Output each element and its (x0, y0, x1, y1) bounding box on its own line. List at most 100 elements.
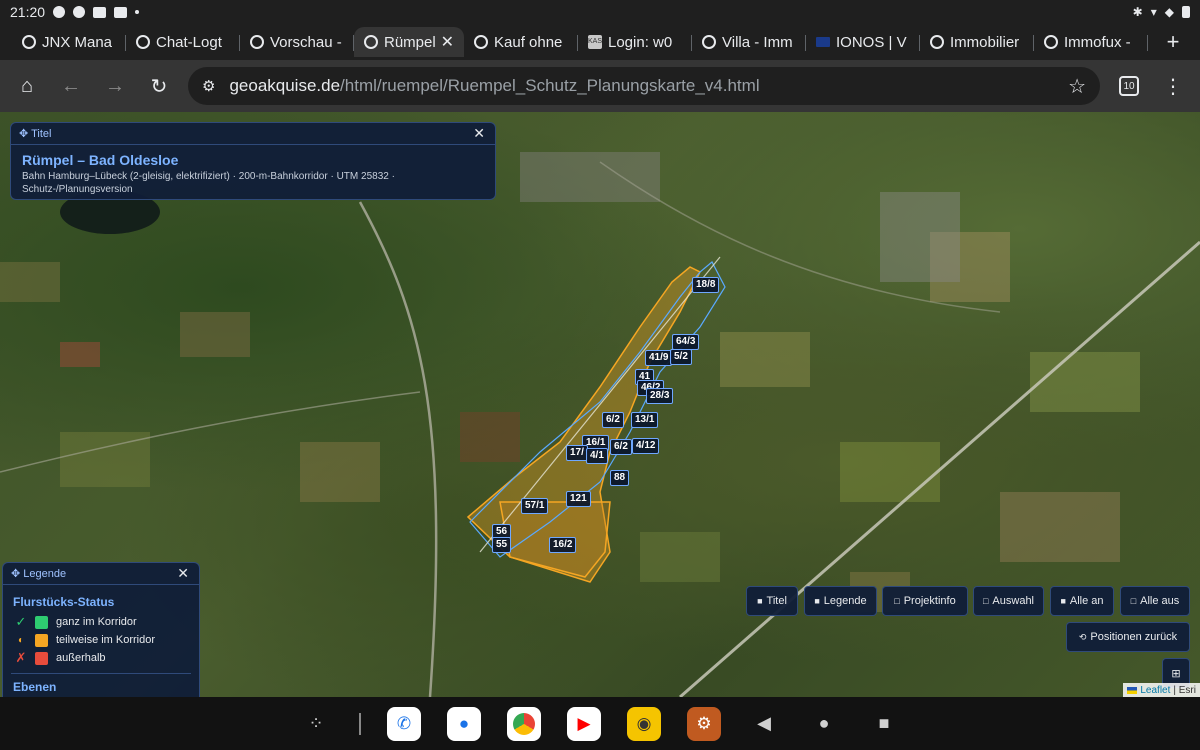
parcel-label[interactable]: 6/2 (610, 439, 632, 455)
leaflet-link[interactable]: Leaflet (1140, 685, 1170, 696)
checked-box-icon: ■ (814, 596, 820, 606)
tab-kauf[interactable]: Kauf ohne (464, 27, 578, 57)
nav-divider (359, 712, 361, 735)
tab-vorschau[interactable]: Vorschau - (240, 27, 354, 57)
tab-immofux[interactable]: Immofux - (1034, 27, 1148, 57)
grid-icon: ⊞ (1171, 667, 1181, 680)
title-panel[interactable]: ✥ Titel ✕ Rümpel – Bad Oldesloe Bahn Ham… (10, 122, 496, 200)
legend-section-status: Flurstücks-Status (13, 595, 115, 609)
parcel-label[interactable]: 88 (610, 470, 630, 486)
address-bar[interactable]: ⚙ geoakquise.de/html/ruempel/Ruempel_Sch… (188, 67, 1100, 105)
kas-icon: KAS (588, 35, 602, 49)
parcel-label[interactable]: 16/2 (549, 537, 577, 553)
home-nav-button[interactable]: ● (807, 707, 841, 741)
cross-icon: ✗ (15, 650, 27, 665)
chrome-app[interactable] (507, 706, 541, 741)
tab-chat-log[interactable]: Chat-Logt (126, 27, 240, 57)
tab-count: 10 (1119, 76, 1139, 96)
legend-panel[interactable]: ✥ Legende ✕ Flurstücks-Status ✓ ganz im … (2, 562, 200, 697)
parcel-label[interactable]: 57/1 (521, 498, 549, 514)
tab-immobilien[interactable]: Immobilier (920, 27, 1034, 57)
home-icon: ⌂ (20, 74, 34, 97)
all-on-button[interactable]: ■ Alle an (1050, 586, 1114, 616)
close-tab-icon[interactable]: ✕ (441, 32, 454, 52)
toggle-projektinfo-button[interactable]: □ Projektinfo (882, 586, 968, 616)
app-drawer-search-button[interactable]: ⁘ (299, 707, 333, 741)
reload-icon: ↻ (150, 75, 168, 98)
parcel-label[interactable]: 64/3 (672, 334, 700, 350)
phone-app[interactable]: ✆ (387, 706, 421, 741)
battery-icon (1182, 6, 1190, 18)
ionos-icon (816, 37, 830, 47)
globe-icon (250, 35, 264, 49)
parcel-label[interactable]: 6/2 (602, 412, 624, 428)
all-off-button[interactable]: □ Alle aus (1120, 586, 1190, 616)
parcel-label[interactable]: 121 (566, 491, 591, 507)
swatch-orange (35, 633, 48, 647)
undo-icon: ⟲ (1078, 631, 1087, 642)
close-title-panel-icon[interactable]: ✕ (473, 125, 485, 142)
wifi-icon: ◆ (1164, 5, 1174, 19)
map-view[interactable]: 18/8 64/3 41/9 5/2 41 46/2 28/3 6/2 13/1… (0, 112, 1200, 697)
back-button[interactable]: ← (56, 71, 86, 101)
parcel-label[interactable]: 4/1 (586, 448, 608, 464)
parcel-label[interactable]: 17/ (566, 445, 588, 461)
system-nav-bar: ⁘ ✆ ● ▶ ◉ ⚙ ◀ ● ■ (0, 697, 1200, 750)
swatch-red (35, 651, 48, 665)
arrow-left-icon: ← (61, 74, 81, 97)
tab-switcher-button[interactable]: 10 (1114, 71, 1144, 101)
toggle-auswahl-button[interactable]: □ Auswahl (973, 586, 1044, 616)
map-attribution: Leaflet | Esri (1123, 683, 1200, 697)
parcel-label[interactable]: 28/3 (646, 388, 674, 404)
chat-notification-icon (53, 6, 66, 18)
globe-icon (702, 35, 716, 49)
title-panel-heading: ✥ Titel (19, 128, 52, 140)
toggle-legend-button[interactable]: ■ Legende (804, 586, 877, 616)
youtube-notification-icon (93, 6, 107, 18)
globe-icon (1044, 35, 1058, 49)
settings-app[interactable]: ⚙ (687, 706, 721, 741)
recents-nav-button[interactable]: ■ (867, 707, 901, 741)
parcel-label[interactable]: 55 (492, 537, 512, 553)
menu-button[interactable]: ⋮ (1158, 71, 1188, 101)
gear-icon: ⚙ (696, 713, 712, 733)
apps-search-icon: ⁘ (308, 713, 324, 733)
close-legend-icon[interactable]: ✕ (177, 565, 189, 582)
tab-jnx[interactable]: JNX Mana (12, 27, 126, 57)
tab-ruempel[interactable]: Rümpel ✕ (354, 27, 464, 57)
legend-panel-header[interactable]: ✥ Legende ✕ (3, 563, 199, 585)
clock: 21:20 (10, 4, 46, 20)
parcel-label[interactable]: 41/9 (645, 350, 673, 366)
parcel-label[interactable]: 13/1 (631, 412, 659, 428)
reload-button[interactable]: ↻ (144, 71, 174, 101)
parcel-label[interactable]: 4/12 (632, 438, 660, 454)
tab-villa[interactable]: Villa - Imm (692, 27, 806, 57)
forward-button[interactable]: → (100, 71, 130, 101)
tab-ionos[interactable]: IONOS | V (806, 27, 920, 57)
phone-icon: ✆ (396, 713, 412, 733)
youtube-app[interactable]: ▶ (567, 706, 601, 741)
parcel-label[interactable]: 5/2 (670, 349, 692, 365)
yellow-app[interactable]: ◉ (627, 706, 661, 741)
reset-positions-button[interactable]: ⟲ Positionen zurück (1066, 622, 1190, 652)
legend-heading: ✥ Legende (11, 568, 67, 580)
checked-box-icon: ■ (1060, 596, 1066, 606)
bluetooth-icon: ✱ (1132, 5, 1143, 19)
back-nav-button[interactable]: ◀ (747, 707, 781, 741)
messages-app[interactable]: ● (447, 706, 481, 741)
chrome-icon (513, 712, 535, 735)
swatch-green (35, 615, 48, 629)
bookmark-star-icon[interactable]: ☆ (1068, 74, 1086, 99)
parcel-label[interactable]: 18/8 (692, 277, 720, 293)
tab-login[interactable]: KAS Login: w0 (578, 27, 692, 57)
circle-home-icon: ● (818, 713, 830, 733)
app-icon: ◉ (636, 713, 652, 733)
home-button[interactable]: ⌂ (12, 71, 42, 101)
more-vert-icon: ⋮ (1163, 75, 1183, 98)
new-tab-button[interactable]: + (1158, 29, 1188, 55)
title-panel-header[interactable]: ✥ Titel ✕ (11, 123, 495, 145)
site-settings-icon[interactable]: ⚙ (202, 77, 215, 95)
globe-icon (22, 35, 36, 49)
link-notification-icon (73, 6, 86, 18)
toggle-title-button[interactable]: ■ Titel (746, 586, 798, 616)
